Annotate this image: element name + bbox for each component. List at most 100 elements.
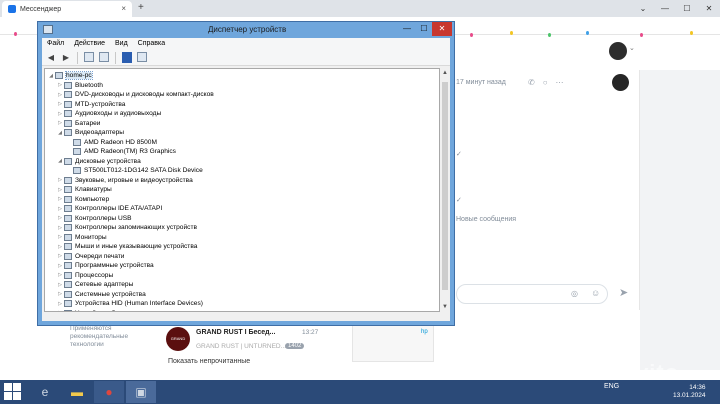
tree-item[interactable]: ST500LT012-1DG142 SATA Disk Device (65, 166, 203, 176)
tree-item[interactable]: ▷ Процессоры (56, 271, 113, 281)
tree-item[interactable]: ▷ MTD-устройства (56, 100, 125, 110)
console-tree-icon[interactable] (84, 51, 94, 62)
conversation-list-item[interactable]: GRAND RUST GRAND RUST I Бесед... 13:27 G… (160, 322, 322, 365)
tab-title: Мессенджер (20, 5, 62, 13)
menu-view[interactable]: Вид (115, 38, 128, 50)
tree-item[interactable]: ▷ Устройства HID (Human Interface Devices… (56, 299, 203, 309)
expand-arrow-icon[interactable]: ▷ (56, 101, 64, 107)
expand-arrow-icon[interactable]: ▷ (56, 111, 64, 117)
tree-item[interactable]: ◢ Видеоадаптеры (56, 128, 124, 138)
maximize-button[interactable]: ☐ (416, 22, 432, 36)
expand-arrow-icon[interactable]: ▷ (56, 187, 64, 193)
tree-item[interactable]: ▷ Очереди печати (56, 252, 124, 262)
tree-item[interactable]: ▷ Компьютер (56, 195, 109, 205)
window-titlebar[interactable]: Диспетчер устройств — ☐ ✕ (38, 22, 454, 38)
chrome-icon[interactable]: ● (94, 381, 124, 403)
expand-arrow-icon[interactable]: ◢ (56, 130, 64, 136)
tree-item[interactable]: ◢ Дисковые устройства (56, 157, 141, 167)
profile-avatar[interactable] (609, 42, 627, 60)
expand-arrow-icon[interactable]: ▷ (56, 206, 64, 212)
expand-arrow-icon[interactable]: ▷ (56, 272, 64, 278)
show-unread-link[interactable]: Показать непрочитанные (168, 358, 250, 365)
chat-avatar[interactable] (612, 74, 629, 91)
expand-arrow-icon[interactable]: ▷ (56, 215, 64, 221)
forward-arrow-icon[interactable]: ▶ (60, 52, 72, 64)
expand-arrow-icon[interactable]: ▷ (56, 263, 64, 269)
tab-search-button[interactable]: ⌄ (632, 0, 654, 17)
chevron-down-icon[interactable]: ⌄ (629, 44, 635, 52)
ie-icon[interactable]: e (30, 381, 60, 403)
tree-item[interactable]: ▷ Системные устройства (56, 290, 146, 300)
tree-item[interactable]: ▷ Контроллеры запоминающих устройств (56, 223, 197, 233)
explorer-icon[interactable]: ▬ (62, 381, 92, 403)
message-input[interactable]: ◎ ☺ (456, 284, 608, 304)
tree-item[interactable]: ▷ Аудиовходы и аудиовыходы (56, 109, 161, 119)
expand-arrow-icon[interactable]: ◢ (56, 158, 64, 164)
emoji-icon[interactable]: ☺ (591, 288, 600, 298)
expand-arrow-icon[interactable]: ◢ (47, 73, 55, 79)
tree-item[interactable]: ▷ Клавиатуры (56, 185, 112, 195)
expand-arrow-icon[interactable]: ▷ (56, 310, 64, 311)
tree-item[interactable]: AMD Radeon(TM) R3 Graphics (65, 147, 176, 157)
maximize-button[interactable]: ☐ (676, 0, 698, 17)
expand-arrow-icon[interactable]: ▷ (56, 225, 64, 231)
language-indicator[interactable]: ENG (604, 383, 619, 390)
expand-arrow-icon[interactable]: ▷ (56, 120, 64, 126)
clock[interactable]: 14:36 13.01.2024 (673, 384, 706, 400)
expand-arrow-icon[interactable]: ▷ (56, 82, 64, 88)
expand-arrow-icon[interactable]: ▷ (56, 282, 64, 288)
scroll-down-icon[interactable]: ▼ (442, 304, 448, 310)
new-tab-button[interactable]: + (138, 2, 144, 13)
start-button[interactable] (4, 383, 22, 401)
tree-item[interactable]: ▷ Программные устройства (56, 261, 154, 271)
vertical-scrollbar[interactable]: ▲ ▼ (440, 68, 450, 312)
tree-item-label: ST500LT012-1DG142 SATA Disk Device (84, 167, 203, 175)
minimize-button[interactable]: — (654, 0, 676, 17)
tree-item[interactable]: AMD Radeon HD 8500M (65, 138, 157, 148)
close-button[interactable]: ✕ (698, 0, 720, 17)
expand-arrow-icon[interactable]: ▷ (56, 244, 64, 250)
scan-hardware-icon[interactable] (137, 51, 147, 62)
tree-item[interactable]: ▷ DVD-дисководы и дисководы компакт-диско… (56, 90, 214, 100)
expand-arrow-icon[interactable]: ▷ (56, 253, 64, 259)
properties-icon[interactable] (99, 51, 109, 62)
tree-item-label: Мониторы (75, 233, 107, 241)
scrollbar-thumb[interactable] (442, 82, 448, 290)
search-icon[interactable]: ○ (543, 78, 548, 87)
read-check-icon: ✓ (456, 151, 462, 158)
menu-help[interactable]: Справка (138, 38, 165, 50)
menu-file[interactable]: Файл (47, 38, 64, 50)
expand-arrow-icon[interactable]: ▷ (56, 234, 64, 240)
help-icon[interactable] (122, 51, 132, 63)
tree-item[interactable]: ▷ Мыши и иные указывающие устройства (56, 242, 197, 252)
expand-arrow-icon[interactable]: ▷ (56, 177, 64, 183)
tree-item[interactable]: ▷ Сетевые адаптеры (56, 280, 133, 290)
browser-tab[interactable]: Мессенджер × (2, 1, 132, 17)
tree-item[interactable]: ▷ Мониторы (56, 233, 107, 243)
more-icon[interactable]: ⋯ (556, 78, 564, 87)
expand-arrow-icon[interactable]: ▷ (56, 92, 64, 98)
expand-arrow-icon[interactable]: ▷ (56, 196, 64, 202)
scroll-up-icon[interactable]: ▲ (442, 70, 448, 76)
close-tab-icon[interactable]: × (121, 4, 126, 13)
tree-item[interactable]: ▷ Контроллеры IDE ATA/ATAPI (56, 204, 162, 214)
tree-item[interactable]: ▷ Устройства безопасности (56, 309, 153, 311)
minimize-button[interactable]: — (398, 22, 416, 36)
expand-arrow-icon[interactable]: ▷ (56, 291, 64, 297)
tree-item[interactable]: ◢ home-pc (47, 71, 93, 81)
menu-action[interactable]: Действие (74, 38, 105, 50)
tree-item[interactable]: ▷ Звуковые, игровые и видеоустройства (56, 176, 193, 186)
tree-item[interactable]: ▷ Bluetooth (56, 81, 103, 91)
camera-icon[interactable]: ◎ (571, 289, 578, 298)
back-arrow-icon[interactable]: ◀ (45, 52, 57, 64)
close-button[interactable]: ✕ (432, 22, 452, 36)
send-icon[interactable]: ➤ (619, 286, 628, 299)
tree-item-label: Программные устройства (75, 262, 154, 270)
attachment-thumbnail[interactable]: hp (352, 322, 434, 362)
tree-item[interactable]: ▷ Контроллеры USB (56, 214, 132, 224)
phone-icon[interactable]: ✆ (528, 78, 535, 87)
tree-item[interactable]: ▷ Батареи (56, 119, 100, 129)
device-manager-taskbar-icon[interactable]: ▣ (126, 381, 156, 403)
device-manager-window: Диспетчер устройств — ☐ ✕ Файл Действие … (37, 21, 455, 326)
expand-arrow-icon[interactable]: ▷ (56, 301, 64, 307)
